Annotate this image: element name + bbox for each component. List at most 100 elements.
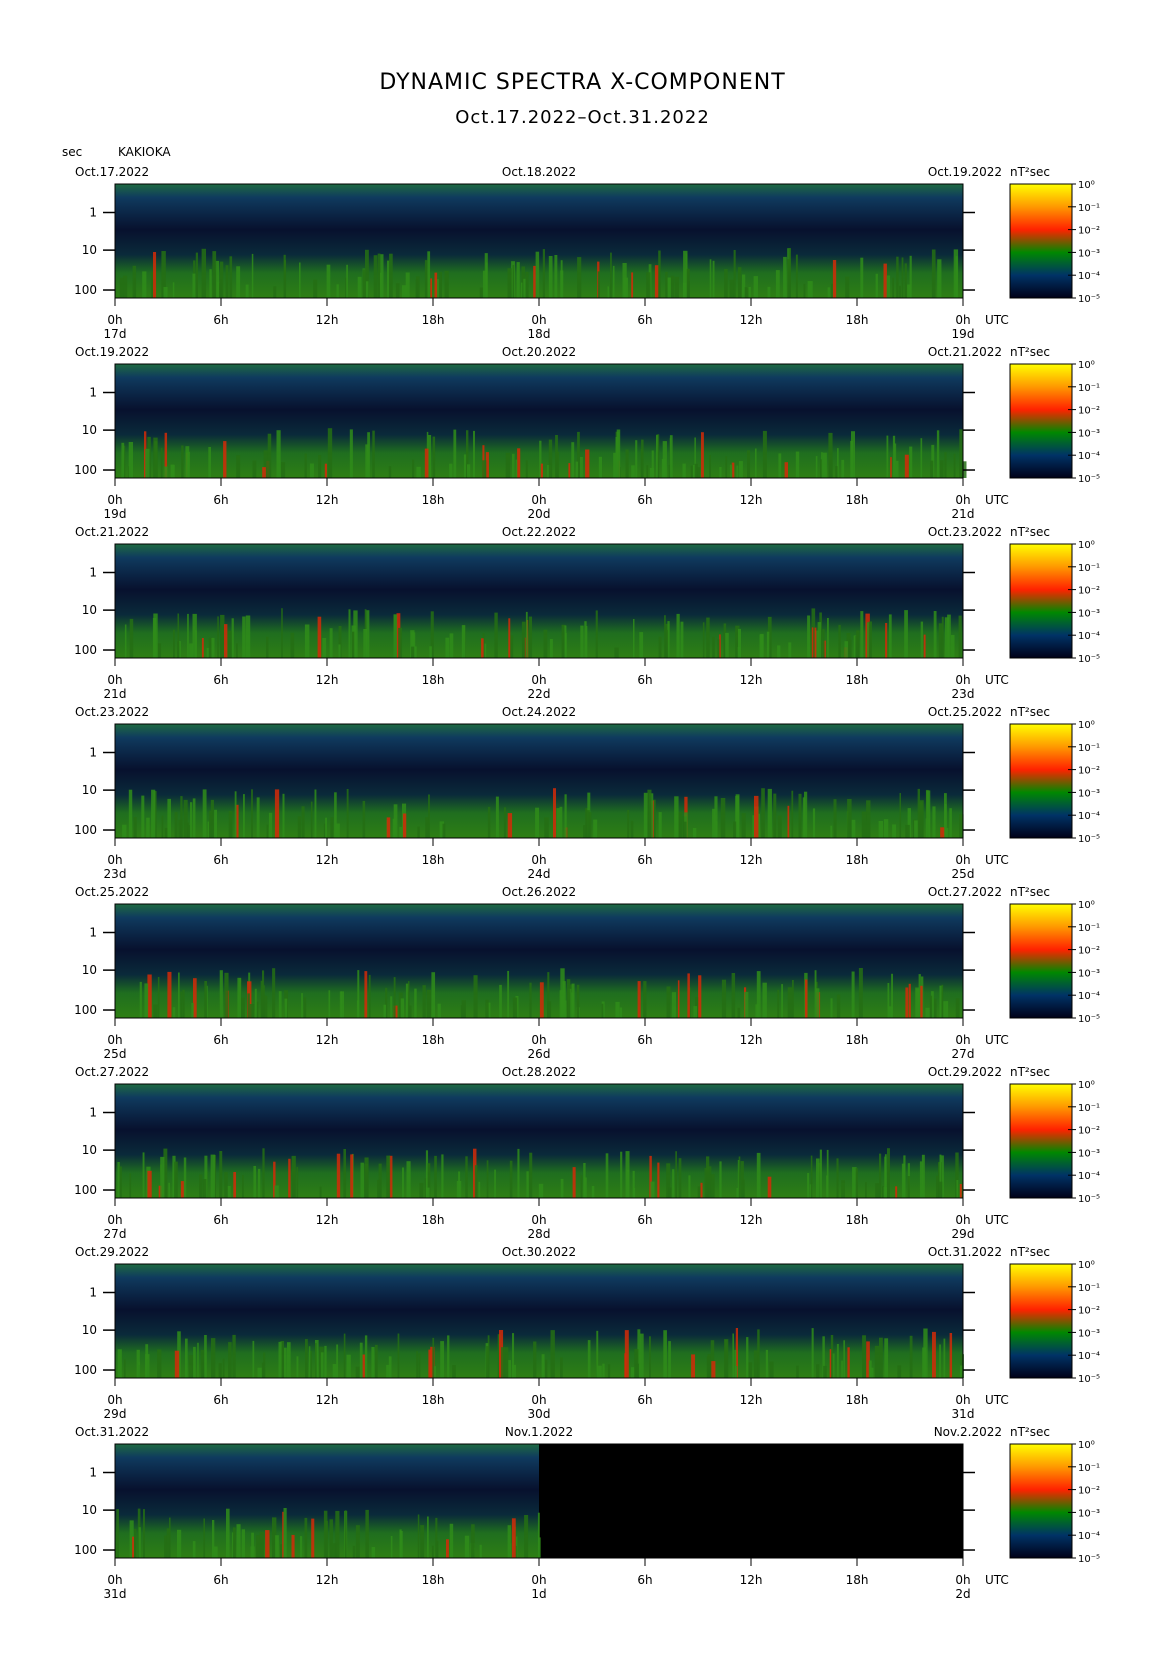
y-tick-label: 100 (74, 643, 97, 657)
panel-left-date: Oct.23.2022 (75, 705, 149, 719)
day-label: 26d (528, 1047, 551, 1061)
day-label: 1d (531, 1587, 546, 1601)
panel-right-date: Oct.31.2022 (928, 1245, 1002, 1259)
day-label: 27d (104, 1227, 127, 1241)
x-tick-label: 12h (740, 1393, 763, 1407)
x-tick-label: 0h (531, 493, 546, 507)
y-tick-label: 100 (74, 823, 97, 837)
colorbar-tick-label: 10⁻¹ (1078, 743, 1100, 754)
x-tick-label: 6h (637, 673, 652, 687)
day-label: 24d (528, 867, 551, 881)
day-label: 29d (104, 1407, 127, 1421)
colorbar-tick-label: 10⁻⁵ (1078, 654, 1100, 665)
x-tick-label: 18h (422, 673, 445, 687)
day-label: 19d (104, 507, 127, 521)
x-tick-label: 6h (213, 493, 228, 507)
x-tick-label: 12h (316, 1213, 339, 1227)
y-tick-label: 10 (82, 783, 97, 797)
colorbar-tick-label: 10⁻³ (1078, 248, 1100, 259)
colorbar-tick-label: 10⁰ (1078, 540, 1095, 551)
colorbar-tick-label: 10⁰ (1078, 720, 1095, 731)
colorbar-tick-label: 10⁻² (1078, 1306, 1100, 1317)
y-tick-label: 100 (74, 1543, 97, 1557)
day-label: 23d (104, 867, 127, 881)
y-tick-label: 1 (89, 1286, 97, 1300)
y-tick-label: 10 (82, 423, 97, 437)
x-tick-label: 12h (316, 1573, 339, 1587)
utc-label: UTC (985, 1573, 1009, 1587)
colorbar-tick-label: 10⁻⁵ (1078, 834, 1100, 845)
panel-mid-date: Oct.28.2022 (502, 1065, 576, 1079)
x-tick-label: 6h (637, 1033, 652, 1047)
colorbar-tick-label: 10⁻⁴ (1078, 991, 1100, 1002)
y-tick-label: 100 (74, 283, 97, 297)
colorbar (1009, 1083, 1073, 1199)
panel-left-date: Oct.31.2022 (75, 1425, 149, 1439)
colorbar (1009, 363, 1073, 479)
x-tick-label: 0h (955, 493, 970, 507)
x-tick-label: 0h (531, 1033, 546, 1047)
x-tick-label: 0h (107, 1033, 122, 1047)
x-tick-label: 0h (531, 1573, 546, 1587)
x-tick-label: 6h (637, 853, 652, 867)
colorbar-tick-label: 10⁻¹ (1078, 203, 1100, 214)
colorbar-tick-label: 10⁰ (1078, 360, 1095, 371)
colorbar-tick-label: 10⁻⁴ (1078, 1351, 1100, 1362)
spectra-page: DYNAMIC SPECTRA X-COMPONENT Oct.17.2022–… (0, 0, 1165, 1679)
x-tick-label: 12h (316, 673, 339, 687)
colorbar-tick-label: 10⁻² (1078, 586, 1100, 597)
colorbar-tick-label: 10⁻³ (1078, 1508, 1100, 1519)
x-tick-label: 0h (107, 1393, 122, 1407)
x-tick-label: 18h (422, 313, 445, 327)
colorbar-tick-label: 10⁻³ (1078, 1148, 1100, 1159)
colorbar-tick-label: 10⁻⁵ (1078, 294, 1100, 305)
panel-right-date: Oct.19.2022 (928, 165, 1002, 179)
x-tick-label: 12h (316, 313, 339, 327)
y-tick-label: 100 (74, 1363, 97, 1377)
panel-mid-date: Oct.30.2022 (502, 1245, 576, 1259)
colorbar-tick-label: 10⁻² (1078, 946, 1100, 957)
y-tick-label: 1 (89, 746, 97, 760)
spectrogram-panel (115, 364, 963, 478)
x-tick-label: 12h (740, 493, 763, 507)
x-tick-label: 12h (316, 1033, 339, 1047)
x-tick-label: 12h (740, 853, 763, 867)
day-label: 21d (104, 687, 127, 701)
colorbar-tick-label: 10⁻³ (1078, 428, 1100, 439)
x-tick-label: 0h (955, 1393, 970, 1407)
y-tick-label: 10 (82, 1143, 97, 1157)
x-tick-label: 0h (955, 1573, 970, 1587)
x-tick-label: 18h (846, 493, 869, 507)
x-tick-label: 12h (740, 1033, 763, 1047)
x-tick-label: 12h (740, 1213, 763, 1227)
colorbar-tick-label: 10⁰ (1078, 1260, 1095, 1271)
panel-right-date: Oct.29.2022 (928, 1065, 1002, 1079)
x-tick-label: 6h (213, 673, 228, 687)
panel-left-date: Oct.17.2022 (75, 165, 149, 179)
colorbar-tick-label: 10⁻¹ (1078, 563, 1100, 574)
utc-label: UTC (985, 853, 1009, 867)
x-tick-label: 0h (107, 313, 122, 327)
colorbar-tick-label: 10⁻² (1078, 406, 1100, 417)
panel-left-date: Oct.27.2022 (75, 1065, 149, 1079)
y-tick-label: 1 (89, 206, 97, 220)
x-tick-label: 0h (531, 1213, 546, 1227)
x-tick-label: 6h (213, 313, 228, 327)
panel-mid-date: Oct.22.2022 (502, 525, 576, 539)
utc-label: UTC (985, 1393, 1009, 1407)
x-tick-label: 0h (531, 853, 546, 867)
x-tick-label: 12h (740, 313, 763, 327)
colorbar-tick-label: 10⁰ (1078, 180, 1095, 191)
colorbar-unit: nT²sec (1010, 345, 1050, 359)
colorbar-tick-label: 10⁻³ (1078, 1328, 1100, 1339)
panel-mid-date: Oct.20.2022 (502, 345, 576, 359)
x-tick-label: 0h (107, 1213, 122, 1227)
panel-left-date: Oct.21.2022 (75, 525, 149, 539)
colorbar-unit: nT²sec (1010, 165, 1050, 179)
colorbar-tick-label: 10⁻⁵ (1078, 1014, 1100, 1025)
panel-mid-date: Oct.18.2022 (502, 165, 576, 179)
x-tick-label: 12h (740, 1573, 763, 1587)
day-label: 21d (952, 507, 975, 521)
panel-mid-date: Oct.26.2022 (502, 885, 576, 899)
colorbar-tick-label: 10⁻⁴ (1078, 1171, 1100, 1182)
